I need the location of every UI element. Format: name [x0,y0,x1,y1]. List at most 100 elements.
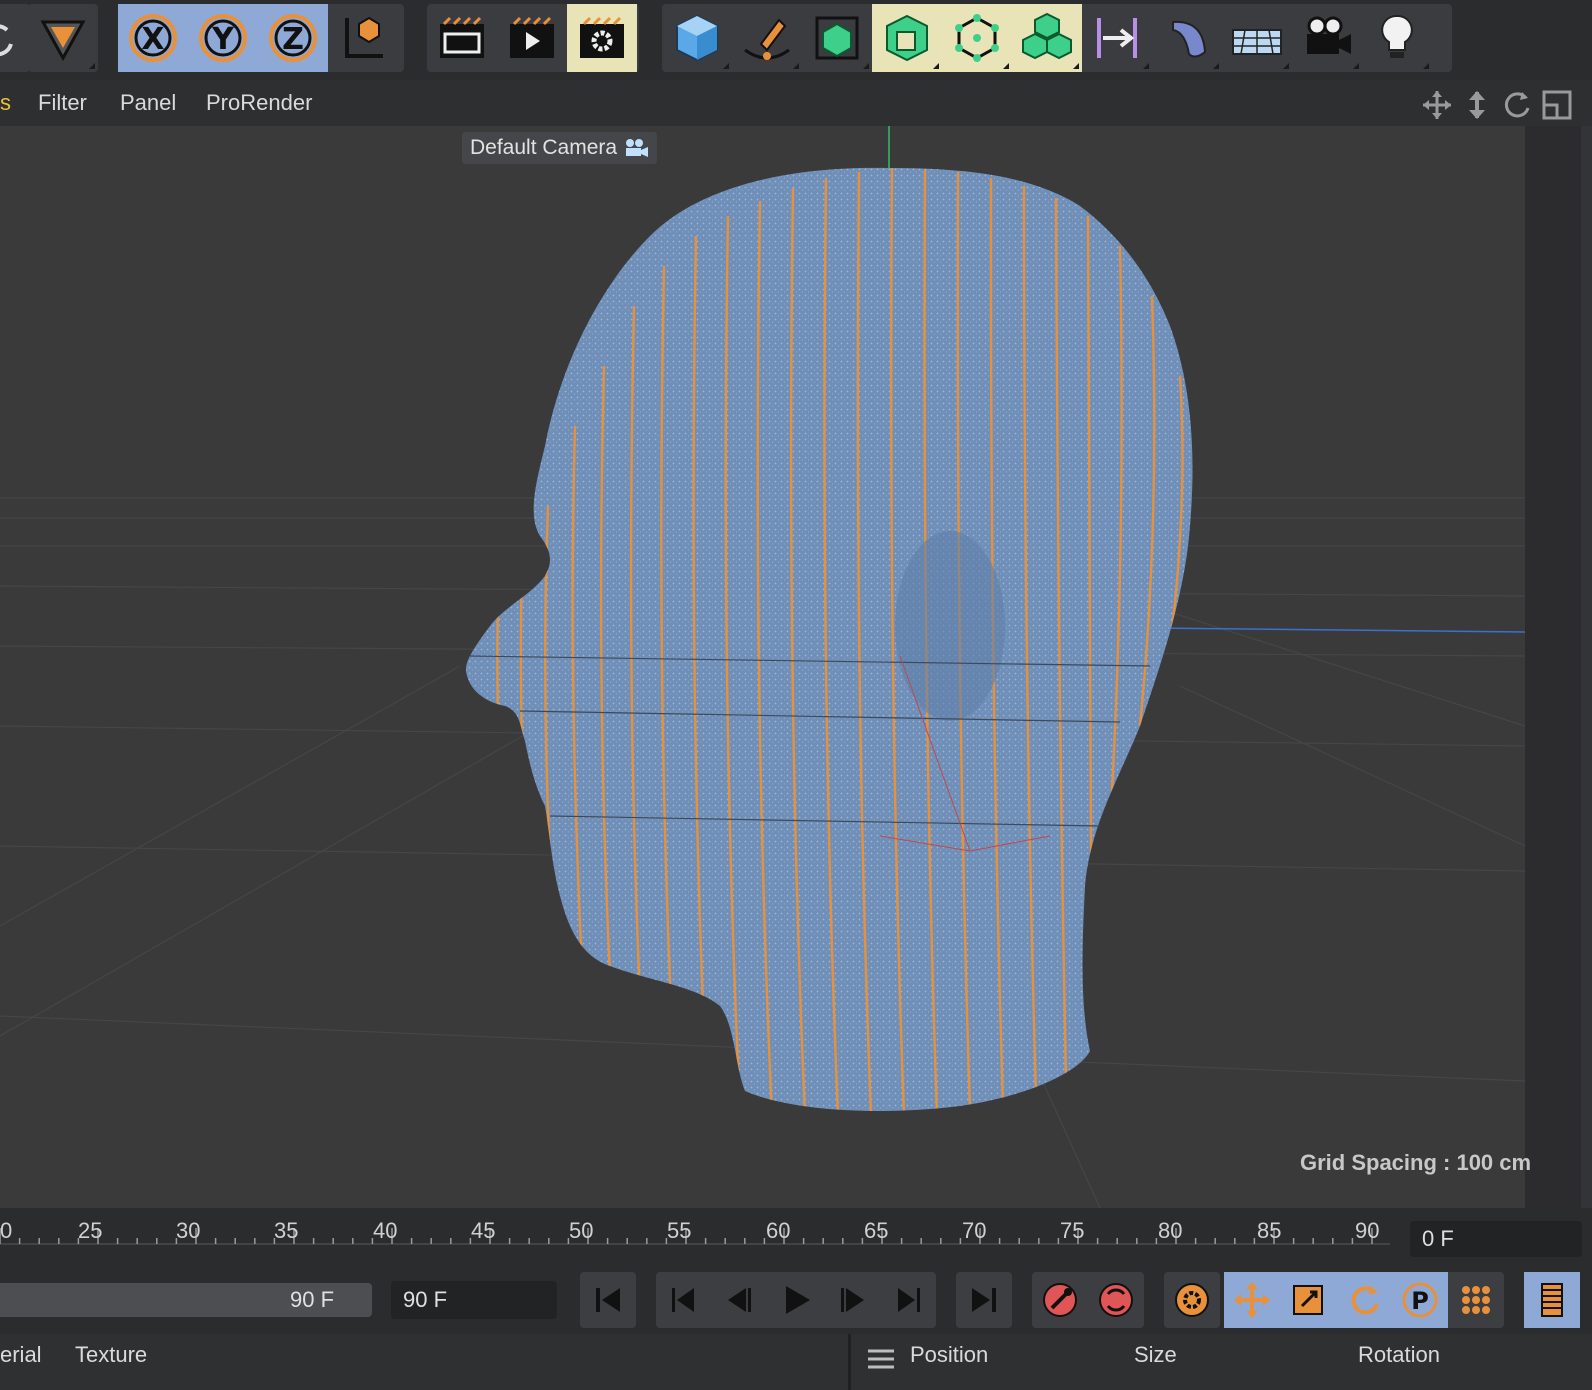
volume-cubes-icon [1022,12,1072,60]
tick-label: 90 [1355,1218,1380,1243]
toggle-layout-icon[interactable] [1540,88,1574,122]
menu-prorender[interactable]: ProRender [206,90,312,116]
render-view-button[interactable] [427,4,497,72]
point-level-icon [1462,1286,1490,1314]
playback-group [656,1272,936,1328]
toolbar-group-render [427,4,639,72]
subdivision-button[interactable] [802,4,872,72]
volume-button[interactable] [1012,4,1082,72]
point-level-button[interactable] [1448,1272,1504,1328]
key-type-group: P [1224,1272,1504,1328]
record-group [1032,1272,1144,1328]
go-to-end-button[interactable] [956,1272,1012,1328]
menu-filter[interactable]: Filter [38,90,87,116]
next-key-icon [898,1288,920,1312]
zoom-view-icon[interactable] [1460,88,1494,122]
prev-frame-button[interactable] [712,1272,768,1328]
rotate-tool-button[interactable] [0,4,30,72]
tick-label: 70 [962,1218,987,1243]
material-tab[interactable]: erial [0,1342,42,1368]
keyframe-settings-button[interactable] [1164,1272,1220,1328]
record-button[interactable] [1032,1272,1088,1328]
tick-label: 55 [667,1218,692,1243]
size-header: Size [1134,1342,1177,1367]
toolbar-group-objects [662,4,1452,72]
tick-label: 40 [373,1218,398,1243]
menu-cut-item[interactable]: s [0,90,11,116]
mograph-cloner-icon [955,14,999,62]
camera-button[interactable] [1292,4,1362,72]
prev-key-icon [672,1288,694,1312]
menu-panel[interactable]: Panel [120,90,176,116]
timeline-window-button[interactable] [1524,1272,1580,1328]
axis-z-lock-icon: Z [269,14,317,62]
timeline-ruler[interactable] [0,1208,1592,1266]
range-end-label: 90 F [290,1287,335,1312]
coordinate-system-icon [345,16,383,58]
tick-label: 50 [569,1218,594,1243]
current-frame-field[interactable]: 0 F [1410,1221,1582,1257]
move-key-button[interactable] [1224,1272,1280,1328]
coordinate-system-button[interactable] [328,4,398,72]
pen-spline-icon [744,18,790,60]
tick-label: 65 [864,1218,889,1243]
render-to-picture-viewer-button[interactable] [497,4,567,72]
play-icon [786,1286,810,1314]
tick-label: 85 [1257,1218,1282,1243]
play-button[interactable] [768,1272,824,1328]
camera-label[interactable]: Default Camera [462,132,658,164]
tick-label: 45 [471,1218,496,1243]
move-view-icon[interactable] [1420,88,1454,122]
model-mode-button[interactable] [28,4,98,72]
scale-key-icon [1293,1285,1323,1315]
tick-label: 35 [274,1218,299,1243]
rotate-key-icon [1351,1286,1379,1315]
pen-spline-button[interactable] [732,4,802,72]
floor-icon [1232,29,1282,55]
ear-shading [895,531,1005,721]
floor-button[interactable] [1222,4,1292,72]
keyframe-settings-icon [1175,1283,1209,1317]
timeline-icon [1541,1283,1563,1317]
rotate-key-button[interactable] [1336,1272,1392,1328]
go-to-start-button[interactable] [580,1272,636,1328]
camera-icon [626,139,649,157]
rotate-view-icon[interactable] [1500,88,1534,122]
extrude-button[interactable] [872,4,942,72]
scale-key-button[interactable] [1280,1272,1336,1328]
axis-y-lock-icon: Y [199,14,247,62]
svg-text:Y: Y [211,22,235,57]
timeline-ticks [0,1228,1390,1245]
tick-label: 75 [1060,1218,1085,1243]
light-button[interactable] [1362,4,1432,72]
x-axis-lock-button[interactable]: X [118,4,188,72]
svg-text:Z: Z [282,22,304,57]
tick-label: 80 [1158,1218,1183,1243]
param-key-icon: P [1402,1282,1438,1318]
render-to-picture-viewer-icon [510,16,554,58]
param-key-button[interactable]: P [1392,1272,1448,1328]
3d-viewport[interactable] [0,126,1525,1208]
field-icon [1172,20,1207,58]
prev-key-button[interactable] [656,1272,712,1328]
cube-button[interactable] [662,4,732,72]
go-start-group [580,1272,636,1328]
mograph-cloner-button[interactable] [942,4,1012,72]
toolbar-group-1 [0,4,30,72]
tick-label: 25 [78,1218,103,1243]
deformer-button[interactable] [1082,4,1152,72]
next-key-button[interactable] [880,1272,936,1328]
y-axis-lock-button[interactable]: Y [188,4,258,72]
z-axis-lock-button[interactable]: Z [258,4,328,72]
viewport-side-panel [1525,126,1581,1208]
next-frame-button[interactable] [824,1272,880,1328]
tick-label: 30 [176,1218,201,1243]
render-settings-icon [580,16,624,58]
field-button[interactable] [1152,4,1222,72]
render-settings-button[interactable] [567,4,637,72]
autokey-button[interactable] [1088,1272,1144,1328]
texture-tab[interactable]: Texture [75,1342,147,1368]
hamburger-menu-icon[interactable] [866,1347,896,1371]
range-end-field[interactable]: 90 F [391,1281,557,1319]
x-axis-line [1149,627,1525,633]
